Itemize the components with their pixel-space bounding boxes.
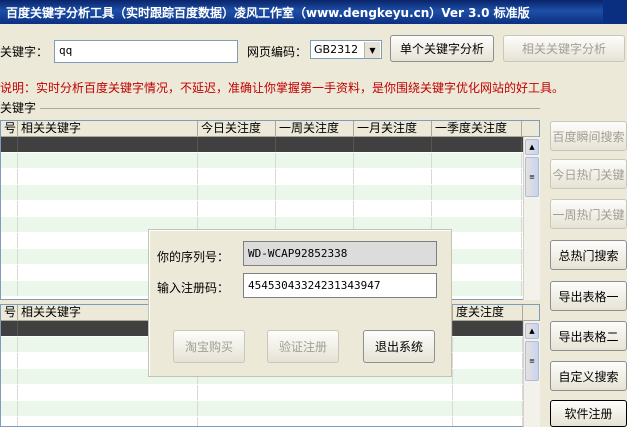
table-row[interactable] — [1, 401, 539, 417]
group-divider — [40, 108, 540, 109]
related-keyword-analysis-button[interactable]: 相关关键字分析 — [503, 35, 625, 62]
window-title: 百度关键字分析工具（实时跟踪百度数据）凌风工作室（www.dengkeyu.cn… — [6, 5, 530, 20]
table-row[interactable] — [1, 153, 539, 169]
table-header: 号 相关关键字 今日关注度 一周关注度 一月关注度 一季度关注度 — [1, 121, 539, 137]
register-code-label: 输入注册码： — [157, 281, 230, 295]
serial-number-field: WD-WCAP92852338 — [243, 241, 437, 266]
table-row[interactable] — [1, 201, 539, 217]
export-table-two-button[interactable]: 导出表格二 — [550, 321, 627, 351]
single-keyword-analysis-button[interactable]: 单个关键字分析 — [390, 35, 494, 62]
scroll-up-icon[interactable]: ▲ — [525, 323, 539, 339]
window-controls[interactable] — [603, 0, 627, 24]
scroll-thumb[interactable]: ≡ — [525, 157, 539, 197]
column-header[interactable]: 今日关注度 — [198, 121, 276, 136]
encoding-value: GB2312 — [314, 43, 359, 56]
table-row[interactable] — [1, 185, 539, 201]
week-hot-keywords-button[interactable]: 一周热门关键 — [550, 199, 627, 229]
chevron-down-icon[interactable]: ▼ — [364, 42, 380, 58]
export-table-one-button[interactable]: 导出表格一 — [550, 281, 627, 311]
baidu-instant-search-button[interactable]: 百度瞬间搜索 — [550, 121, 627, 151]
table-row[interactable] — [1, 385, 539, 401]
register-code-input[interactable]: 45453043324231343947 — [243, 273, 437, 298]
verify-register-button[interactable]: 验证注册 — [267, 330, 339, 363]
bottom-table-scrollbar[interactable]: ▲ ≡ — [523, 321, 540, 427]
keyword-label: 关键字： — [0, 45, 49, 59]
column-header[interactable]: 一月关注度 — [354, 121, 432, 136]
column-header[interactable]: 相关关键字 — [18, 121, 198, 136]
exit-system-button[interactable]: 退出系统 — [363, 330, 435, 363]
table-row[interactable] — [1, 137, 539, 153]
scroll-thumb[interactable]: ≡ — [525, 341, 539, 381]
custom-search-button[interactable]: 自定义搜索 — [550, 361, 627, 391]
keyword-input[interactable]: qq — [54, 40, 238, 63]
table-row[interactable] — [1, 417, 539, 426]
window-title-bar: 百度关键字分析工具（实时跟踪百度数据）凌风工作室（www.dengkeyu.cn… — [0, 0, 627, 24]
encoding-select[interactable]: GB2312 ▼ — [310, 40, 382, 59]
column-header[interactable]: 号 — [1, 121, 18, 136]
column-header[interactable]: 度关注度 — [453, 305, 523, 320]
serial-label: 你的序列号： — [157, 250, 230, 264]
column-header[interactable]: 号 — [1, 305, 18, 320]
table-row[interactable] — [1, 169, 539, 185]
column-header[interactable]: 一季度关注度 — [432, 121, 522, 136]
encoding-label: 网页编码： — [247, 45, 308, 59]
top-table-scrollbar[interactable]: ▲ ≡ — [523, 137, 540, 300]
software-register-button[interactable]: 软件注册 — [550, 400, 627, 427]
description-text: 说明：实时分析百度关键字情况，不延迟，准确让你掌握第一手资料，是你围绕关键字优化… — [0, 81, 565, 95]
column-header[interactable]: 一周关注度 — [276, 121, 354, 136]
today-hot-keywords-button[interactable]: 今日热门关键 — [550, 159, 627, 189]
group-title: 关键字 — [0, 101, 37, 115]
taobao-purchase-button[interactable]: 淘宝购买 — [173, 330, 245, 363]
total-hot-search-button[interactable]: 总热门搜索 — [550, 240, 627, 270]
register-dialog: 你的序列号： WD-WCAP92852338 输入注册码： 4545304332… — [148, 229, 452, 377]
scroll-up-icon[interactable]: ▲ — [525, 139, 539, 155]
